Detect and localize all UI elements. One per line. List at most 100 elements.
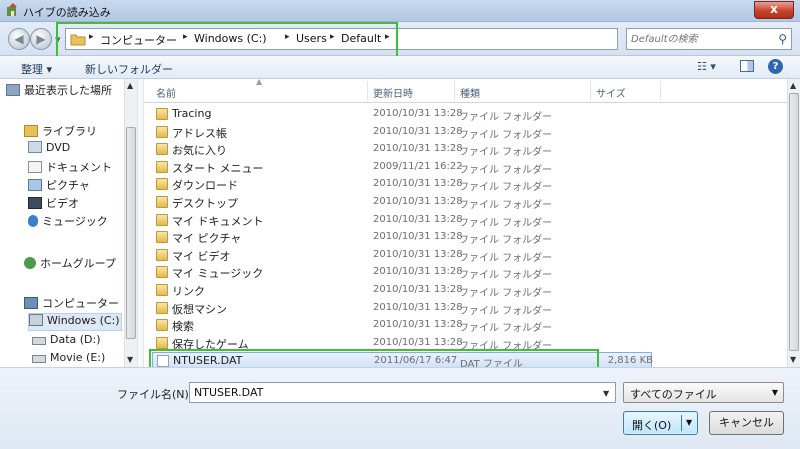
nav-item-computer[interactable]: コンピューター [24, 295, 119, 313]
breadcrumb-separator-icon[interactable]: ▸ [89, 32, 94, 42]
table-row[interactable]: スタート メニュー 2009/11/21 16:22 ファイル フォルダー [152, 159, 652, 176]
column-name[interactable]: 名前 [156, 85, 176, 100]
folder-icon [156, 213, 168, 226]
file-name: マイ ミュージック [172, 267, 264, 281]
scroll-up-icon[interactable]: ▲ [790, 81, 796, 90]
help-icon[interactable]: ? [768, 59, 783, 74]
address-row: ◀ ▶ ▼ ▸ コンピューター ▸ Windows (C:) ▸ Users ▸… [0, 22, 800, 56]
new-folder-button[interactable]: 新しいフォルダー [85, 61, 173, 77]
nav-scrollbar[interactable]: ▲ ▼ [124, 79, 137, 367]
table-row[interactable]: アドレス帳 2010/10/31 13:28 ファイル フォルダー [152, 124, 652, 141]
breadcrumb-separator-icon[interactable]: ▸ [285, 32, 290, 42]
file-list-scrollbar[interactable]: ▲ ▼ [787, 79, 800, 367]
recent-pages-dropdown-icon[interactable]: ▼ [55, 36, 60, 44]
table-row[interactable]: リンク 2010/10/31 13:28 ファイル フォルダー [152, 282, 652, 299]
column-date[interactable]: 更新日時 [373, 85, 413, 100]
table-row[interactable]: ダウンロード 2010/10/31 13:28 ファイル フォルダー [152, 176, 652, 193]
breadcrumb-windows-c[interactable]: Windows (C:) [194, 32, 267, 45]
nav-item-label: ライブラリ [42, 125, 97, 138]
nav-item-videos[interactable]: ビデオ [28, 195, 79, 213]
filename-label: ファイル名(N): [117, 388, 193, 401]
scroll-down-icon[interactable]: ▼ [790, 355, 796, 364]
table-row[interactable]: マイ ビデオ 2010/10/31 13:28 ファイル フォルダー [152, 247, 652, 264]
breadcrumb-separator-icon[interactable]: ▸ [385, 32, 390, 42]
table-row[interactable]: マイ ドキュメント 2010/10/31 13:28 ファイル フォルダー [152, 212, 652, 229]
nav-item-recent-places[interactable]: 最近表示した場所 [6, 82, 112, 100]
file-name: Tracing [172, 107, 212, 120]
file-type: ファイル フォルダー [459, 164, 553, 176]
table-row[interactable]: 検索 2010/10/31 13:28 ファイル フォルダー [152, 317, 652, 334]
table-row[interactable]: マイ ミュージック 2010/10/31 13:28 ファイル フォルダー [152, 264, 652, 281]
pane-splitter[interactable] [137, 79, 144, 367]
breadcrumb-separator-icon[interactable]: ▸ [330, 32, 335, 42]
breadcrumb-separator-icon[interactable]: ▸ [183, 32, 188, 42]
open-button[interactable]: 開く(O) ▼ [623, 411, 698, 435]
column-divider[interactable] [660, 81, 661, 101]
column-divider[interactable] [367, 81, 368, 101]
column-size[interactable]: サイズ [596, 85, 626, 100]
nav-item-homegroup[interactable]: ホームグループ [24, 255, 116, 273]
file-type-select[interactable]: すべてのファイル ▼ [623, 382, 784, 403]
file-date: 2010/10/31 13:28 [373, 284, 463, 295]
search-input[interactable] [631, 30, 771, 48]
nav-item-pictures[interactable]: ピクチャ [28, 177, 90, 195]
toolbar: 整理 ▾ 新しいフォルダー ☷ ▾ ? [0, 56, 800, 79]
file-type: ファイル フォルダー [459, 305, 553, 317]
nav-item-dvd[interactable]: DVD [28, 141, 70, 159]
file-date: 2010/10/31 13:28 [373, 231, 463, 243]
close-button[interactable]: x [754, 1, 794, 19]
breadcrumb-computer[interactable]: コンピューター [100, 32, 177, 48]
file-list-scrollbar-thumb[interactable] [789, 93, 799, 351]
nav-item-data-d[interactable]: Data (D:) [32, 333, 101, 351]
cancel-button[interactable]: キャンセル [709, 411, 784, 435]
nav-item-documents[interactable]: ドキュメント [28, 159, 112, 177]
table-row[interactable]: デスクトップ 2010/10/31 13:28 ファイル フォルダー [152, 194, 652, 211]
forward-button[interactable]: ▶ [30, 28, 52, 50]
folder-icon [156, 231, 168, 244]
table-row[interactable]: Tracing 2010/10/31 13:28 ファイル フォルダー [152, 106, 652, 123]
computer-icon [24, 297, 38, 309]
file-date: 2010/10/31 13:28 [373, 196, 463, 207]
nav-scrollbar-thumb[interactable] [126, 127, 136, 339]
nav-item-label: Movie (E:) [50, 351, 106, 364]
file-date: 2010/10/31 13:28 [373, 301, 463, 313]
column-divider[interactable] [590, 81, 591, 101]
column-type[interactable]: 種類 [460, 85, 480, 100]
nav-item-library[interactable]: ライブラリ [24, 123, 97, 141]
file-date: 2010/10/31 13:28 [373, 248, 463, 260]
folder-icon [156, 160, 168, 173]
breadcrumb[interactable]: ▸ コンピューター ▸ Windows (C:) ▸ Users ▸ Defau… [65, 28, 678, 50]
table-row[interactable]: 仮想マシン 2010/10/31 13:28 ファイル フォルダー [152, 300, 652, 317]
breadcrumb-users[interactable]: Users [296, 32, 327, 45]
table-row[interactable]: 保存したゲーム 2010/10/31 13:28 ファイル フォルダー [152, 335, 652, 352]
file-name: 仮想マシン [172, 302, 227, 316]
open-options-dropdown-icon[interactable]: ▼ [686, 418, 692, 427]
scroll-down-icon[interactable]: ▼ [127, 355, 133, 364]
column-divider[interactable] [454, 81, 455, 101]
nav-item-windows-c[interactable]: Windows (C:) [28, 313, 122, 331]
filename-dropdown-icon[interactable]: ▼ [603, 389, 609, 398]
back-button[interactable]: ◀ [8, 28, 30, 50]
nav-item-movie-e[interactable]: Movie (E:) [32, 351, 105, 367]
file-date: 2010/10/31 13:28 [373, 213, 463, 225]
dvd-library-icon [28, 141, 42, 153]
preview-pane-icon[interactable] [740, 60, 754, 72]
view-options-icon[interactable]: ☷ ▾ [697, 60, 716, 73]
table-row[interactable]: お気に入り 2010/10/31 13:28 ファイル フォルダー [152, 141, 652, 158]
folder-icon [156, 196, 168, 208]
windows-drive-icon [29, 314, 43, 326]
navigation-pane: 最近表示した場所 ライブラリ DVD ドキュメント ピクチャ ビデオ ミュージッ… [0, 79, 137, 367]
scroll-up-icon[interactable]: ▲ [127, 81, 133, 90]
organize-button[interactable]: 整理 ▾ [21, 61, 52, 77]
table-row[interactable]: NTUSER.DAT 2011/06/17 6:47 DAT ファイル 2,816 K… [152, 352, 653, 367]
search-box[interactable]: ⚲ [626, 28, 792, 50]
nav-item-music[interactable]: ミュージック [28, 213, 108, 231]
chevron-down-icon: ▼ [771, 388, 778, 397]
file-type: ファイル フォルダー [459, 323, 553, 335]
nav-item-label: コンピューター [42, 297, 119, 310]
filename-input[interactable] [189, 382, 616, 403]
table-row[interactable]: マイ ピクチャ 2010/10/31 13:28 ファイル フォルダー [152, 229, 652, 246]
search-icon[interactable]: ⚲ [778, 32, 787, 46]
file-name: マイ ドキュメント [172, 214, 264, 228]
breadcrumb-default[interactable]: Default [341, 32, 381, 45]
